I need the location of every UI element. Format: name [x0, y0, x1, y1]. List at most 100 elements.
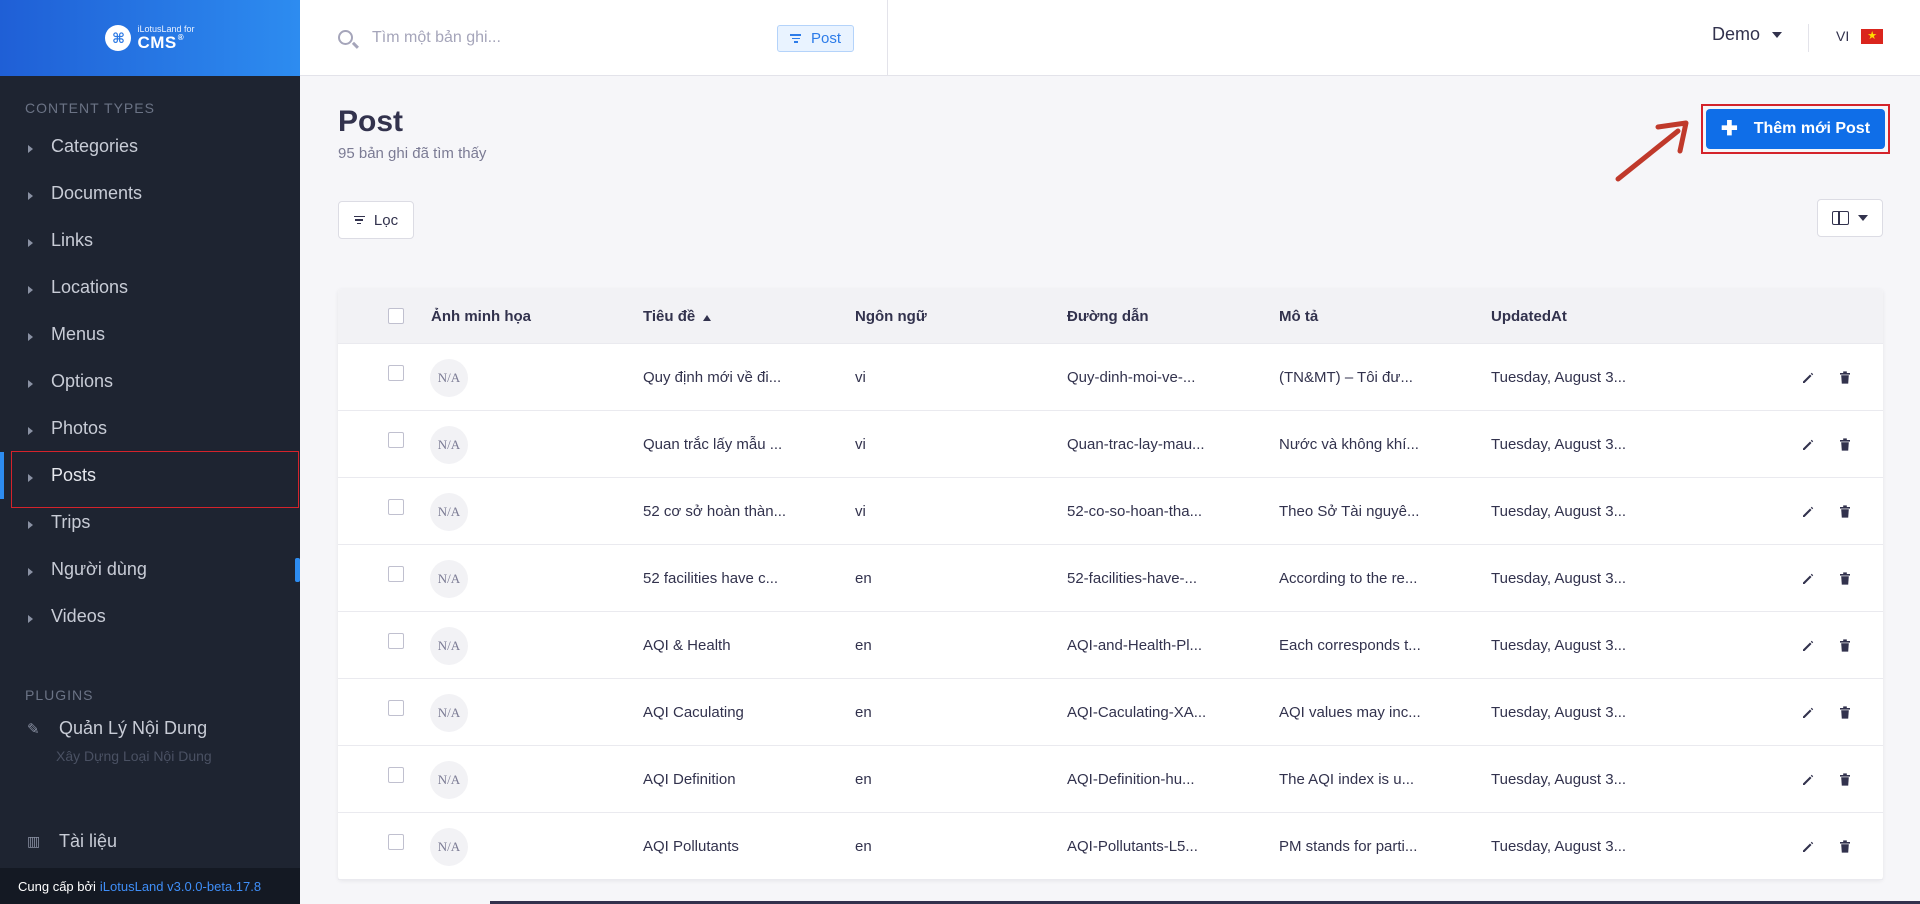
caret-right-icon [28, 191, 33, 200]
sidebar-item-videos[interactable]: Videos [0, 593, 300, 640]
brand-name: CMS® [137, 34, 194, 52]
language-switcher[interactable]: VI ★ [1836, 28, 1884, 44]
table-row[interactable]: N/A 52 facilities have c... en 52-facili… [338, 545, 1883, 612]
edit-pencil-icon[interactable] [1802, 840, 1814, 852]
sidebar-item-options[interactable]: Options [0, 358, 300, 405]
chevron-down-icon [1772, 31, 1783, 38]
search-icon[interactable] [338, 30, 353, 45]
caret-right-icon [28, 426, 33, 435]
row-checkbox[interactable] [388, 767, 404, 783]
row-checkbox[interactable] [388, 499, 404, 515]
cell-updated: Tuesday, August 3... [1491, 771, 1627, 788]
cell-path: 52-facilities-have-... [1067, 570, 1198, 587]
column-settings-button[interactable] [1817, 199, 1883, 237]
cell-title: 52 facilities have c... [643, 570, 779, 587]
cell-description: PM stands for parti... [1279, 838, 1418, 855]
sidebar: ⌘ iLotusLand for CMS® CONTENT TYPES Cate… [0, 0, 300, 904]
cell-path: Quy-dinh-moi-ve-... [1067, 369, 1196, 386]
row-checkbox[interactable] [388, 365, 404, 381]
image-placeholder: N/A [430, 694, 468, 732]
add-post-button[interactable]: ✚ Thêm mới Post [1706, 109, 1885, 149]
delete-trash-icon[interactable] [1839, 639, 1851, 652]
chevron-down-icon [1858, 215, 1868, 221]
column-header-updated[interactable]: UpdatedAt [1491, 289, 1567, 344]
edit-pencil-icon[interactable] [1802, 572, 1814, 584]
delete-trash-icon[interactable] [1839, 773, 1851, 786]
sidebar-item-posts[interactable]: Posts [0, 451, 300, 508]
delete-trash-icon[interactable] [1839, 438, 1851, 451]
sidebar-item-label: Người dùng [51, 559, 147, 579]
delete-trash-icon[interactable] [1839, 572, 1851, 585]
edit-pencil-icon[interactable] [1802, 438, 1814, 450]
sidebar-item-label: Documents [51, 183, 143, 203]
table-row[interactable]: N/A AQI & Health en AQI-and-Health-Pl...… [338, 612, 1883, 679]
column-header-image[interactable]: Ảnh minh họa [431, 289, 531, 344]
table-row[interactable]: N/A AQI Pollutants en AQI-Pollutants-L5.… [338, 813, 1883, 880]
sidebar-item-locations[interactable]: Locations [0, 264, 300, 311]
edit-pencil-icon[interactable] [1802, 773, 1814, 785]
top-header: Post Demo VI ★ [300, 0, 1920, 76]
sidebar-item-categories[interactable]: Categories [0, 123, 300, 170]
footer-version-link[interactable]: iLotusLand v3.0.0-beta.17.8 [100, 879, 261, 894]
footer-prefix: Cung cấp bởi [18, 878, 96, 894]
table-header: Ảnh minh họa Tiêu đề Ngôn ngữ Đường dẫn … [338, 289, 1883, 344]
sidebar-item-label: Options [51, 371, 114, 391]
cell-language: en [855, 570, 872, 587]
delete-trash-icon[interactable] [1839, 505, 1851, 518]
cell-updated: Tuesday, August 3... [1491, 570, 1627, 587]
row-checkbox[interactable] [388, 566, 404, 582]
column-header-title-label: Tiêu đề [643, 308, 696, 325]
cell-updated: Tuesday, August 3... [1491, 637, 1627, 654]
table-row[interactable]: N/A Quan trắc lấy mẫu ... vi Quan-trac-l… [338, 411, 1883, 478]
table-row[interactable]: N/A AQI Definition en AQI-Definition-hu.… [338, 746, 1883, 813]
table-row[interactable]: N/A Quy định mới về đi... vi Quy-dinh-mo… [338, 344, 1883, 411]
edit-pencil-icon[interactable] [1802, 639, 1814, 651]
sidebar-item-content-builder-faded[interactable]: Xây Dựng Loại Nội Dung [56, 748, 216, 764]
filter-button[interactable]: Lọc [338, 201, 414, 239]
row-checkbox[interactable] [388, 633, 404, 649]
brand-header[interactable]: ⌘ iLotusLand for CMS® [0, 0, 300, 76]
sidebar-item-menus[interactable]: Menus [0, 311, 300, 358]
edit-pencil-icon[interactable] [1802, 706, 1814, 718]
content-type-chip[interactable]: Post [777, 25, 855, 52]
language-code: VI [1836, 28, 1850, 44]
search-input[interactable] [372, 26, 672, 50]
annotation-arrow-icon [1615, 120, 1689, 182]
sidebar-item-links[interactable]: Links [0, 217, 300, 264]
column-header-description[interactable]: Mô tả [1279, 289, 1318, 344]
sidebar-item-users[interactable]: Người dùng [0, 546, 300, 593]
sidebar-item-documentation[interactable]: ▥ Tài liệu [0, 818, 300, 864]
cell-updated: Tuesday, August 3... [1491, 369, 1627, 386]
sidebar-item-label: Photos [51, 418, 108, 438]
cell-language: vi [855, 369, 866, 386]
table-row[interactable]: N/A AQI Caculating en AQI-Caculating-XA.… [338, 679, 1883, 746]
cell-path: Quan-trac-lay-mau... [1067, 436, 1205, 453]
edit-pencil-icon[interactable] [1802, 371, 1814, 383]
sidebar-item-label: Categories [51, 136, 139, 156]
table-row[interactable]: N/A 52 cơ sở hoàn thàn... vi 52-co-so-ho… [338, 478, 1883, 545]
sidebar-item-content-manager[interactable]: ✎ Quản Lý Nội Dung [0, 705, 300, 752]
edit-pencil-icon[interactable] [1802, 505, 1814, 517]
user-name: Demo [1712, 24, 1761, 44]
sidebar-item-label: Videos [51, 606, 106, 626]
sidebar-item-documents[interactable]: Documents [0, 170, 300, 217]
user-menu[interactable]: Demo [1712, 24, 1783, 45]
row-checkbox[interactable] [388, 834, 404, 850]
column-header-title[interactable]: Tiêu đề [643, 289, 712, 344]
row-checkbox[interactable] [388, 432, 404, 448]
column-header-language[interactable]: Ngôn ngữ [855, 289, 927, 344]
delete-trash-icon[interactable] [1839, 706, 1851, 719]
plugin-label: Quản Lý Nội Dung [59, 718, 208, 738]
sidebar-footer: Cung cấp bởi iLotusLand v3.0.0-beta.17.8 [0, 868, 300, 904]
cell-description: The AQI index is u... [1279, 771, 1415, 788]
sidebar-item-photos[interactable]: Photos [0, 405, 300, 452]
delete-trash-icon[interactable] [1839, 840, 1851, 853]
cell-description: Theo Sở Tài nguyê... [1279, 503, 1420, 520]
delete-trash-icon[interactable] [1839, 371, 1851, 384]
record-count: 95 bản ghi đã tìm thấy [338, 145, 487, 162]
sidebar-item-trips[interactable]: Trips [0, 499, 300, 546]
select-all-checkbox[interactable] [388, 308, 404, 324]
row-checkbox[interactable] [388, 700, 404, 716]
column-header-path[interactable]: Đường dẫn [1067, 289, 1149, 344]
cell-title: Quan trắc lấy mẫu ... [643, 436, 783, 453]
